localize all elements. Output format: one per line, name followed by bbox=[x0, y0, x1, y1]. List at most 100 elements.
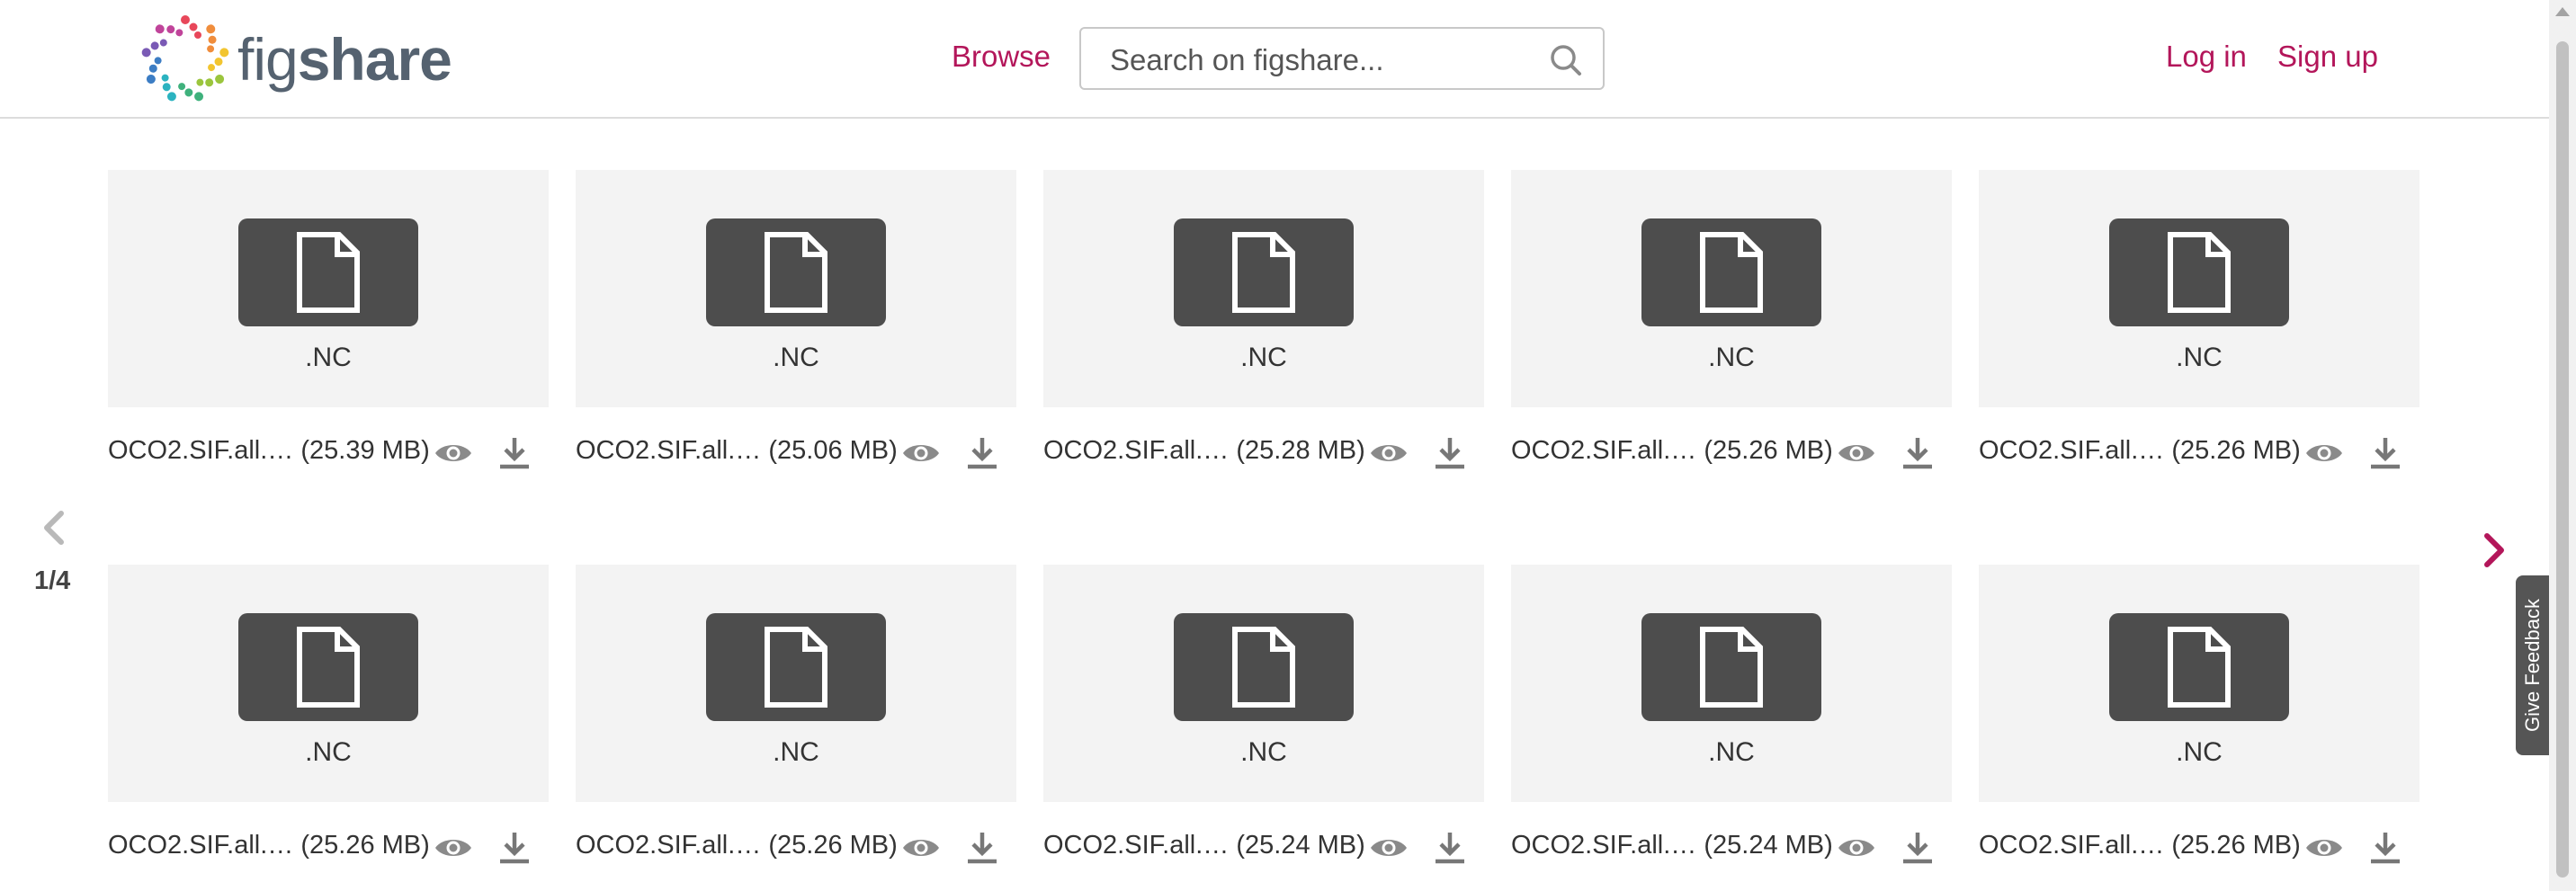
scroll-up-arrow-icon[interactable] bbox=[2555, 7, 2570, 16]
logo-text-light: fig bbox=[237, 26, 299, 93]
signup-link[interactable]: Sign up bbox=[2277, 40, 2378, 74]
file-name: OCO2.SIF.all.… bbox=[1979, 831, 2165, 860]
preview-eye-icon[interactable] bbox=[1837, 834, 1876, 861]
file-extension: .NC bbox=[1240, 737, 1287, 767]
document-icon bbox=[1700, 232, 1763, 313]
file-size: (25.39 MB) bbox=[300, 436, 430, 465]
file-name-size[interactable]: OCO2.SIF.all.… (25.26 MB) bbox=[1511, 436, 1833, 466]
file-card: .NC OCO2.SIF.all.… (25.26 MB) bbox=[1979, 565, 2419, 864]
file-name: OCO2.SIF.all.… bbox=[1043, 831, 1230, 860]
file-meta: OCO2.SIF.all.… (25.24 MB) bbox=[1511, 831, 1952, 867]
file-name-size[interactable]: OCO2.SIF.all.… (25.26 MB) bbox=[576, 831, 898, 860]
document-icon bbox=[765, 232, 827, 313]
file-type-tile bbox=[706, 613, 886, 721]
file-name: OCO2.SIF.all.… bbox=[1979, 436, 2165, 465]
preview-eye-icon[interactable] bbox=[2304, 440, 2344, 467]
figshare-logo[interactable]: figshare bbox=[139, 13, 452, 106]
search-input[interactable] bbox=[1108, 41, 1543, 79]
file-preview[interactable]: .NC bbox=[1043, 565, 1484, 802]
file-name-size[interactable]: OCO2.SIF.all.… (25.26 MB) bbox=[1979, 831, 2301, 860]
document-icon bbox=[2168, 627, 2231, 708]
file-preview[interactable]: .NC bbox=[108, 565, 549, 802]
file-preview[interactable]: .NC bbox=[108, 170, 549, 407]
download-icon[interactable] bbox=[498, 831, 531, 865]
file-type-tile bbox=[2109, 218, 2289, 326]
file-type-tile bbox=[1641, 613, 1821, 721]
download-icon[interactable] bbox=[966, 436, 998, 470]
file-name-size[interactable]: OCO2.SIF.all.… (25.39 MB) bbox=[108, 436, 430, 466]
file-name: OCO2.SIF.all.… bbox=[1043, 436, 1230, 465]
download-icon[interactable] bbox=[1901, 436, 1934, 470]
download-icon[interactable] bbox=[498, 436, 531, 470]
file-name: OCO2.SIF.all.… bbox=[576, 831, 762, 860]
previous-page-arrow-icon[interactable] bbox=[36, 508, 72, 548]
file-size: (25.24 MB) bbox=[1236, 831, 1365, 860]
file-meta: OCO2.SIF.all.… (25.28 MB) bbox=[1043, 436, 1484, 472]
file-extension: .NC bbox=[305, 737, 352, 767]
file-size: (25.26 MB) bbox=[300, 831, 430, 860]
file-type-tile bbox=[1641, 218, 1821, 326]
next-page-arrow-icon[interactable] bbox=[2478, 530, 2510, 570]
file-size: (25.28 MB) bbox=[1236, 436, 1365, 465]
vertical-scrollbar[interactable] bbox=[2549, 0, 2576, 891]
file-extension: .NC bbox=[1240, 343, 1287, 372]
file-name-size[interactable]: OCO2.SIF.all.… (25.06 MB) bbox=[576, 436, 898, 466]
download-icon[interactable] bbox=[2369, 831, 2402, 865]
file-type-tile bbox=[706, 218, 886, 326]
file-extension: .NC bbox=[2176, 737, 2223, 767]
figshare-logo-mark bbox=[141, 15, 229, 102]
document-icon bbox=[297, 232, 360, 313]
preview-eye-icon[interactable] bbox=[2304, 834, 2344, 861]
file-name-size[interactable]: OCO2.SIF.all.… (25.26 MB) bbox=[108, 831, 430, 860]
file-extension: .NC bbox=[1708, 343, 1755, 372]
file-card: .NC OCO2.SIF.all.… (25.24 MB) bbox=[1511, 565, 1952, 864]
document-icon bbox=[1232, 232, 1295, 313]
file-preview[interactable]: .NC bbox=[1511, 565, 1952, 802]
file-preview[interactable]: .NC bbox=[1511, 170, 1952, 407]
login-link[interactable]: Log in bbox=[2166, 40, 2247, 74]
logo-text-bold: share bbox=[297, 26, 452, 93]
file-preview[interactable]: .NC bbox=[576, 170, 1016, 407]
file-card: .NC OCO2.SIF.all.… (25.06 MB) bbox=[576, 170, 1016, 469]
preview-eye-icon[interactable] bbox=[901, 834, 941, 861]
site-header: figshare Browse Log in Sign up bbox=[0, 0, 2549, 119]
file-name: OCO2.SIF.all.… bbox=[1511, 436, 1697, 465]
preview-eye-icon[interactable] bbox=[1369, 440, 1409, 467]
download-icon[interactable] bbox=[966, 831, 998, 865]
file-preview[interactable]: .NC bbox=[1979, 170, 2419, 407]
search-icon[interactable] bbox=[1549, 43, 1583, 77]
file-name-size[interactable]: OCO2.SIF.all.… (25.26 MB) bbox=[1979, 436, 2301, 466]
file-extension: .NC bbox=[773, 737, 819, 767]
file-card: .NC OCO2.SIF.all.… (25.24 MB) bbox=[1043, 565, 1484, 864]
file-meta: OCO2.SIF.all.… (25.26 MB) bbox=[108, 831, 549, 867]
document-icon bbox=[1232, 627, 1295, 708]
file-meta: OCO2.SIF.all.… (25.24 MB) bbox=[1043, 831, 1484, 867]
file-name-size[interactable]: OCO2.SIF.all.… (25.24 MB) bbox=[1511, 831, 1833, 860]
download-icon[interactable] bbox=[1434, 831, 1466, 865]
search-box bbox=[1079, 27, 1605, 90]
preview-eye-icon[interactable] bbox=[434, 834, 473, 861]
page-indicator: 1/4 bbox=[34, 566, 71, 595]
preview-eye-icon[interactable] bbox=[1837, 440, 1876, 467]
file-type-tile bbox=[1174, 218, 1354, 326]
browse-link[interactable]: Browse bbox=[952, 40, 1051, 74]
preview-eye-icon[interactable] bbox=[1369, 834, 1409, 861]
file-card: .NC OCO2.SIF.all.… (25.26 MB) bbox=[1979, 170, 2419, 469]
file-name-size[interactable]: OCO2.SIF.all.… (25.28 MB) bbox=[1043, 436, 1365, 466]
file-name: OCO2.SIF.all.… bbox=[1511, 831, 1697, 860]
download-icon[interactable] bbox=[2369, 436, 2402, 470]
download-icon[interactable] bbox=[1434, 436, 1466, 470]
give-feedback-button[interactable]: Give Feedback bbox=[2516, 575, 2549, 755]
file-extension: .NC bbox=[2176, 343, 2223, 372]
file-preview[interactable]: .NC bbox=[1043, 170, 1484, 407]
file-preview[interactable]: .NC bbox=[1979, 565, 2419, 802]
scrollbar-thumb[interactable] bbox=[2556, 41, 2569, 878]
file-name-size[interactable]: OCO2.SIF.all.… (25.24 MB) bbox=[1043, 831, 1365, 860]
file-meta: OCO2.SIF.all.… (25.26 MB) bbox=[1979, 831, 2419, 867]
download-icon[interactable] bbox=[1901, 831, 1934, 865]
file-preview[interactable]: .NC bbox=[576, 565, 1016, 802]
file-name: OCO2.SIF.all.… bbox=[576, 436, 762, 465]
preview-eye-icon[interactable] bbox=[434, 440, 473, 467]
file-size: (25.26 MB) bbox=[768, 831, 898, 860]
preview-eye-icon[interactable] bbox=[901, 440, 941, 467]
